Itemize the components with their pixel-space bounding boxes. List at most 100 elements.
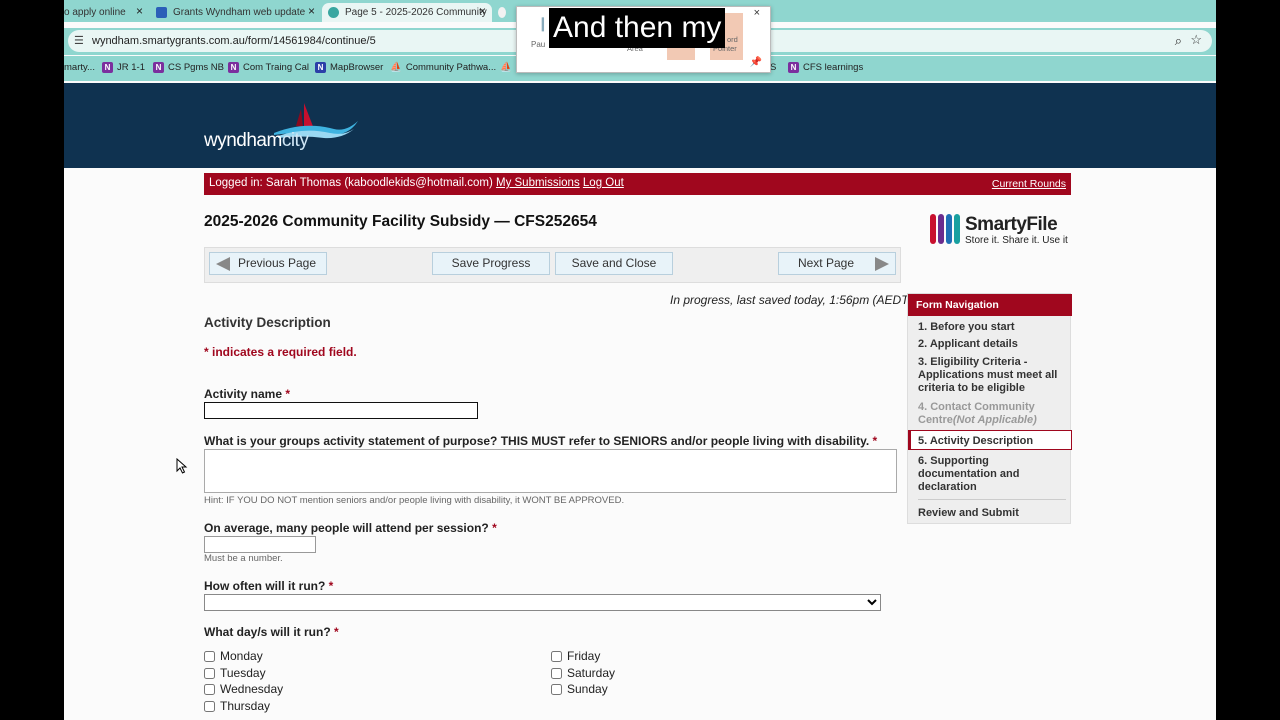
- chrome-icon: [498, 7, 506, 18]
- popup-label: ord: [727, 35, 738, 44]
- tab-label: Page 5 - 2025-2026 Community: [345, 7, 487, 18]
- days-label: What day/s will it run? *: [204, 625, 339, 639]
- pin-icon[interactable]: 📌: [750, 57, 762, 68]
- onenote-icon: N: [788, 62, 799, 73]
- checkbox[interactable]: [204, 683, 215, 695]
- required-marker: *: [285, 387, 291, 401]
- day-checkbox-monday[interactable]: Monday: [204, 649, 263, 663]
- bookmark-item[interactable]: N JR 1-1: [102, 62, 145, 73]
- close-icon[interactable]: ×: [136, 4, 143, 18]
- smartyfile-tagline: Store it. Share it. Use it: [965, 235, 1068, 246]
- day-checkbox-saturday[interactable]: Saturday: [551, 666, 615, 680]
- ship-icon: ⛵: [500, 62, 512, 73]
- bookmark-item[interactable]: ⛵: [500, 62, 512, 73]
- bookmark-item[interactable]: N CFS learnings: [788, 62, 863, 73]
- logo-bar: [954, 214, 960, 244]
- save-status: In progress, last saved today, 1:56pm (A…: [670, 293, 913, 307]
- browser-window: o apply online × Grants Wyndham web upda…: [64, 0, 1216, 720]
- nav-item-eligibility-criteria[interactable]: 3. Eligibility Criteria - Applications m…: [918, 356, 1068, 395]
- day-checkbox-friday[interactable]: Friday: [551, 649, 600, 663]
- frequency-select[interactable]: [204, 594, 881, 611]
- tab-group-icon[interactable]: [498, 3, 512, 22]
- wyndham-logo[interactable]: wyndhamcity: [204, 130, 309, 152]
- checkbox[interactable]: [204, 667, 215, 679]
- onenote-icon: N: [315, 62, 326, 73]
- smartyfile-logo[interactable]: SmartyFile Store it. Share it. Use it: [930, 214, 1075, 246]
- checkbox[interactable]: [551, 650, 562, 662]
- checkbox[interactable]: [204, 650, 215, 662]
- bookmark-item[interactable]: marty...: [64, 62, 95, 73]
- my-submissions-link[interactable]: My Submissions: [496, 177, 580, 189]
- mouse-cursor-icon: [176, 458, 188, 474]
- nav-item-activity-description[interactable]: 5. Activity Description: [918, 435, 1068, 448]
- purpose-textarea[interactable]: [204, 449, 897, 493]
- bookmark-item[interactable]: ⛵ Community Pathwa...: [390, 62, 496, 73]
- frequency-label: How often will it run? *: [204, 579, 334, 593]
- bookmark-item[interactable]: N CS Pgms NB: [153, 62, 224, 73]
- current-rounds-link[interactable]: Current Rounds: [992, 178, 1066, 190]
- checkbox[interactable]: [551, 683, 562, 695]
- bookmark-item[interactable]: N Com Traing Cal: [228, 62, 309, 73]
- close-icon[interactable]: ×: [754, 7, 760, 19]
- attendance-input[interactable]: [204, 536, 316, 553]
- required-marker: *: [328, 579, 334, 593]
- logo-bar: [930, 214, 936, 244]
- bookmark-star-icon[interactable]: ☆: [1190, 32, 1202, 48]
- required-marker: *: [334, 625, 339, 639]
- divider: [918, 499, 1066, 500]
- purpose-label: What is your groups activity statement o…: [204, 434, 878, 448]
- site-settings-icon[interactable]: ☰: [74, 34, 84, 47]
- nav-item-contact-community-centre: 4. Contact Community Centre(Not Applicab…: [918, 401, 1037, 426]
- form-navigation: Form Navigation 1. Before you start 2. A…: [907, 293, 1072, 524]
- nav-item-review-and-submit[interactable]: Review and Submit: [918, 507, 1068, 520]
- zoom-icon[interactable]: ⌕: [1175, 33, 1182, 49]
- log-out-link[interactable]: Log Out: [583, 177, 624, 189]
- checkbox[interactable]: [204, 700, 215, 712]
- required-note: * indicates a required field.: [204, 345, 357, 359]
- onenote-icon: N: [102, 62, 113, 73]
- smartyfile-name: SmartyFile: [965, 214, 1058, 235]
- tab-label: Grants Wyndham web update: [173, 7, 306, 18]
- close-icon[interactable]: ×: [479, 4, 486, 18]
- day-checkbox-sunday[interactable]: Sunday: [551, 682, 608, 696]
- nav-item-applicant-details[interactable]: 2. Applicant details: [918, 338, 1068, 351]
- checkbox[interactable]: [551, 667, 562, 679]
- tab-grants-wyndham[interactable]: Grants Wyndham web update ×: [156, 3, 321, 22]
- logo-bar: [946, 214, 952, 244]
- day-checkbox-tuesday[interactable]: Tuesday: [204, 666, 266, 680]
- day-checkbox-wednesday[interactable]: Wednesday: [204, 682, 283, 696]
- next-page-button[interactable]: Next Page: [778, 252, 896, 275]
- nav-item-supporting-documentation[interactable]: 6. Supporting documentation and declarat…: [918, 455, 1068, 494]
- ship-icon: ⛵: [390, 62, 402, 73]
- login-status: Logged in: Sarah Thomas (kaboodlekids@ho…: [209, 177, 624, 189]
- form-navigation-title: Form Navigation: [908, 294, 1072, 316]
- required-marker: *: [492, 521, 497, 535]
- activity-name-input[interactable]: [204, 402, 478, 419]
- onenote-icon: N: [153, 62, 164, 73]
- day-checkbox-thursday[interactable]: Thursday: [204, 699, 270, 713]
- popup-label: Pau: [531, 40, 546, 49]
- activity-name-label: Activity name *: [204, 387, 291, 401]
- save-and-close-button[interactable]: Save and Close: [555, 252, 673, 275]
- arrow-right-icon: [875, 257, 889, 271]
- attendance-hint: Must be a number.: [204, 553, 283, 564]
- save-progress-button[interactable]: Save Progress: [432, 252, 550, 275]
- form-toolbar: Previous Page Save Progress Save and Clo…: [204, 247, 901, 283]
- close-icon[interactable]: ×: [308, 4, 315, 18]
- required-marker: *: [872, 434, 878, 448]
- nav-item-before-you-start[interactable]: 1. Before you start: [918, 321, 1068, 334]
- tab-label: o apply online: [64, 7, 126, 18]
- login-bar: Logged in: Sarah Thomas (kaboodlekids@ho…: [204, 173, 1071, 195]
- bookmark-item[interactable]: N MapBrowser: [315, 62, 383, 73]
- tab-page-5[interactable]: Page 5 - 2025-2026 Community ×: [322, 3, 492, 22]
- video-caption: And then my: [549, 8, 726, 48]
- onenote-icon: N: [228, 62, 239, 73]
- url-text[interactable]: wyndham.smartygrants.com.au/form/1456198…: [92, 35, 376, 47]
- previous-page-button[interactable]: Previous Page: [209, 252, 327, 275]
- page-title: 2025-2026 Community Facility Subsidy — C…: [204, 213, 597, 230]
- section-title: Activity Description: [204, 315, 331, 330]
- word-icon: [156, 7, 167, 18]
- site-icon: [328, 7, 339, 18]
- tab-apply-online[interactable]: o apply online ×: [64, 3, 149, 22]
- site-header: wyndhamcity: [64, 83, 1216, 168]
